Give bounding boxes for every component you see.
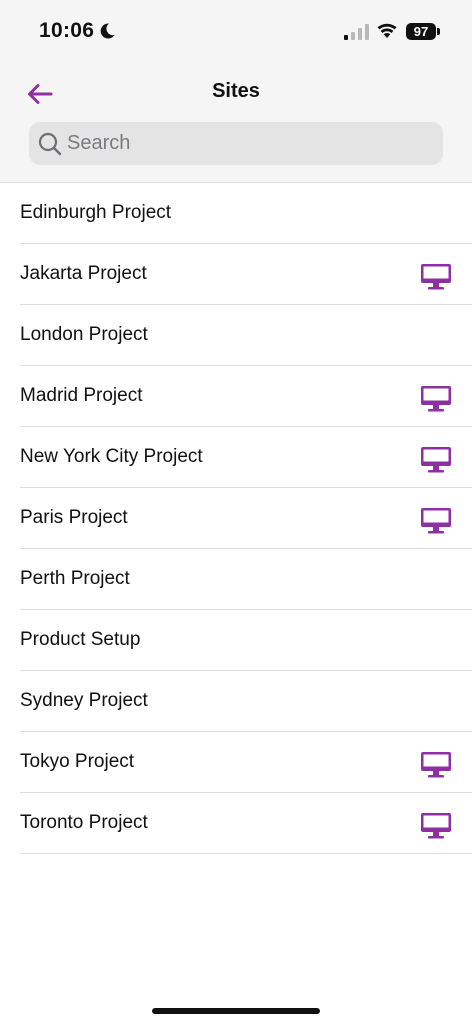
- site-label: Madrid Project: [20, 385, 143, 406]
- desktop-icon: [421, 447, 451, 473]
- desktop-icon: [421, 508, 451, 534]
- site-label: London Project: [20, 324, 148, 345]
- site-label: New York City Project: [20, 446, 203, 467]
- status-time: 10:06: [39, 19, 95, 42]
- page-title: Sites: [212, 80, 260, 102]
- site-label: Toronto Project: [20, 812, 148, 833]
- cellular-signal-icon: [344, 24, 369, 40]
- site-list-item[interactable]: Paris Project: [20, 488, 472, 549]
- wifi-icon: [377, 23, 397, 38]
- desktop-icon: [421, 813, 451, 839]
- site-list-item[interactable]: Madrid Project: [20, 366, 472, 427]
- site-list-item[interactable]: Toronto Project: [20, 793, 472, 854]
- site-list-item[interactable]: Edinburgh Project: [20, 183, 472, 244]
- sites-list: Edinburgh Project Jakarta Project London P…: [0, 183, 472, 854]
- search-bar[interactable]: [29, 122, 443, 165]
- site-label: Tokyo Project: [20, 751, 135, 772]
- site-list-item[interactable]: Jakarta Project: [20, 244, 472, 305]
- battery-tip: [437, 28, 440, 35]
- site-list-item[interactable]: Tokyo Project: [20, 732, 472, 793]
- site-label: Product Setup: [20, 629, 141, 650]
- site-list-item[interactable]: London Project: [20, 305, 472, 366]
- site-label: Sydney Project: [20, 690, 148, 711]
- header: 10:06 97 Sites: [0, 0, 472, 183]
- desktop-icon: [421, 264, 451, 290]
- search-input[interactable]: [65, 131, 429, 156]
- site-list-item[interactable]: Sydney Project: [20, 671, 472, 732]
- site-label: Jakarta Project: [20, 263, 147, 284]
- site-label: Edinburgh Project: [20, 202, 172, 223]
- site-list-item[interactable]: New York City Project: [20, 427, 472, 488]
- site-label: Paris Project: [20, 507, 128, 528]
- home-indicator[interactable]: [152, 1008, 320, 1014]
- desktop-icon: [421, 386, 451, 412]
- battery-indicator: 97: [406, 23, 436, 40]
- desktop-icon: [421, 752, 451, 778]
- site-label: Perth Project: [20, 568, 130, 589]
- site-list-item[interactable]: Perth Project: [20, 549, 472, 610]
- search-icon: [38, 132, 62, 155]
- moon-icon: [100, 23, 115, 39]
- site-list-item[interactable]: Product Setup: [20, 610, 472, 671]
- battery-level: 97: [413, 24, 429, 39]
